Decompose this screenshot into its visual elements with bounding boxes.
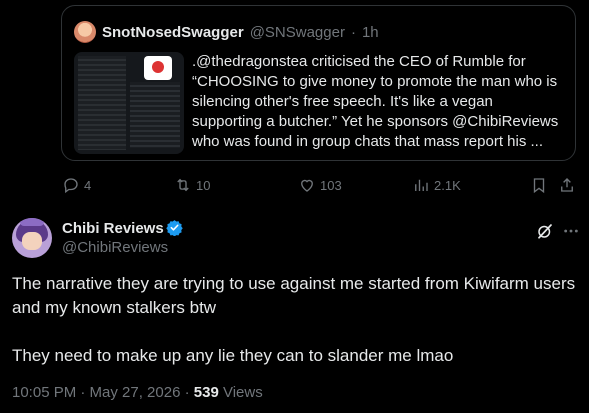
reply-icon: [64, 178, 78, 194]
reply-button[interactable]: 4: [62, 172, 91, 198]
quoted-tweet-text: .@thedragonstea criticised the CEO of Ru…: [192, 53, 559, 150]
like-button[interactable]: 103: [298, 172, 342, 198]
tweet-detail-view: SnotNosedSwagger @SNSwagger · 1h .@thedr…: [0, 0, 589, 413]
tweet-paragraph: The narrative they are trying to use aga…: [12, 274, 576, 317]
analytics-button[interactable]: 2.1K: [412, 172, 461, 198]
author-avatar[interactable]: [12, 218, 52, 258]
quoted-tweet-header: SnotNosedSwagger @SNSwagger · 1h: [74, 20, 379, 44]
tweet-paragraph: They need to make up any lie they can to…: [12, 346, 454, 365]
quoted-tweet-media-thumbnail[interactable]: [74, 52, 184, 154]
quoted-separator: ·: [350, 23, 356, 41]
tweet-views-label: Views: [218, 384, 263, 401]
retweet-icon: [177, 178, 189, 192]
retweet-count: 10: [196, 177, 211, 193]
thumbnail-chat-column-right: [130, 82, 180, 148]
grok-icon[interactable]: [536, 222, 554, 240]
tweet-metadata: 10:05 PM · May 27, 2026 · 539 Views: [12, 384, 263, 401]
quoted-author-avatar[interactable]: [74, 21, 96, 43]
tweet-timestamp[interactable]: 10:05 PM · May 27, 2026 ·: [12, 384, 194, 401]
avatar-face: [22, 232, 42, 250]
author-handle[interactable]: @ChibiReviews: [62, 239, 168, 256]
quoted-tweet-action-bar: 4 10 103 2.1K: [62, 172, 578, 198]
tweet-text: The narrative they are trying to use aga…: [12, 272, 577, 392]
verified-badge-icon[interactable]: [166, 219, 183, 236]
bookmark-button[interactable]: [530, 172, 548, 198]
quoted-tweet-card[interactable]: SnotNosedSwagger @SNSwagger · 1h .@thedr…: [61, 5, 576, 161]
analytics-icon: [415, 179, 428, 191]
quoted-author-name[interactable]: SnotNosedSwagger: [102, 24, 244, 41]
retweet-button[interactable]: 10: [174, 172, 210, 198]
share-icon: [561, 178, 573, 192]
quoted-tweet-time[interactable]: 1h: [362, 24, 379, 41]
like-count: 103: [320, 177, 342, 193]
thumbnail-logo: [144, 56, 172, 80]
thumbnail-chat-column: [78, 56, 126, 150]
avatar-hat: [20, 218, 44, 226]
tweet-view-count: 539: [193, 384, 219, 401]
author-display-name[interactable]: Chibi Reviews: [62, 220, 164, 237]
share-button[interactable]: [558, 172, 576, 198]
more-icon[interactable]: [563, 222, 579, 240]
reply-count: 4: [84, 177, 92, 193]
bookmark-icon: [533, 178, 545, 194]
views-count: 2.1K: [434, 177, 461, 193]
quoted-author-handle[interactable]: @SNSwagger: [250, 24, 345, 41]
like-icon: [301, 179, 313, 192]
